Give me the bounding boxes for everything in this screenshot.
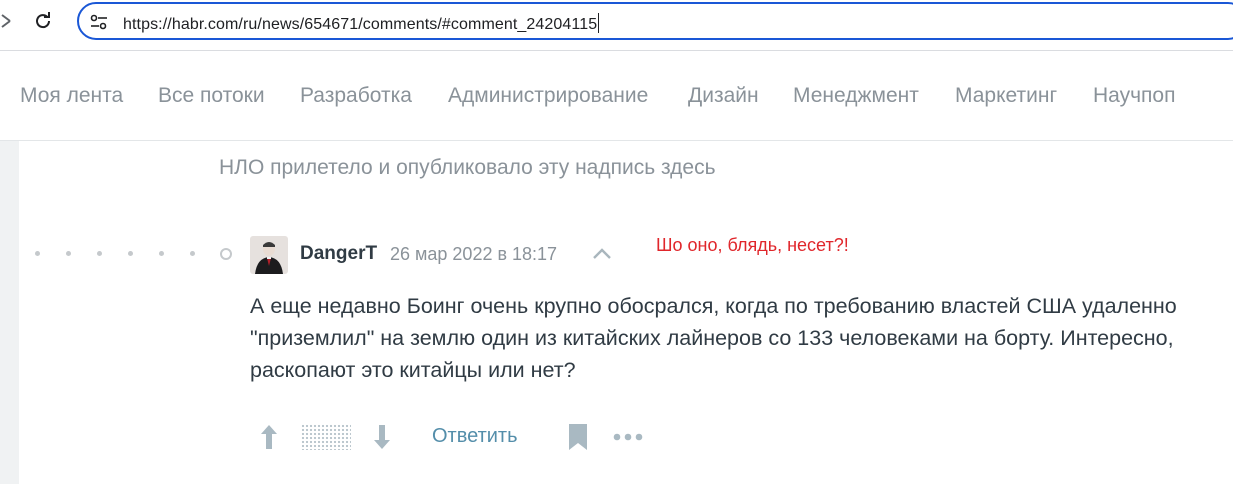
thread-indent-dot	[97, 251, 102, 256]
comment-date[interactable]: 26 мар 2022 в 18:17	[390, 244, 557, 265]
avatar[interactable]	[250, 236, 288, 274]
arrow-up-icon[interactable]	[258, 422, 280, 452]
nav-item-administration[interactable]: Администрирование	[448, 84, 648, 108]
thread-indent-dot	[35, 251, 40, 256]
url-value: https://habr.com/ru/news/654671/comments…	[123, 16, 598, 33]
thread-indent-dot	[190, 251, 195, 256]
red-annotation: Шо оно, блядь, несет?!	[656, 235, 849, 255]
url-text[interactable]: https://habr.com/ru/news/654671/comments…	[123, 13, 600, 34]
thread-indent-dot	[128, 251, 133, 256]
habr-main-nav: Моя лента Все потоки Разработка Админист…	[0, 51, 1233, 141]
reload-icon[interactable]	[31, 9, 55, 33]
vote-score-hidden	[301, 424, 351, 450]
reply-button[interactable]: Ответить	[432, 425, 518, 448]
arrow-down-icon[interactable]	[371, 422, 393, 452]
address-bar[interactable]: https://habr.com/ru/news/654671/comments…	[77, 2, 1233, 40]
back-arrow-icon[interactable]	[0, 9, 12, 33]
nav-item-popsci[interactable]: Научпоп	[1093, 84, 1175, 108]
text-caret	[598, 13, 600, 33]
nav-item-all-flows[interactable]: Все потоки	[158, 84, 265, 108]
nav-item-management[interactable]: Менеджмент	[793, 84, 919, 108]
nav-item-development[interactable]: Разработка	[300, 84, 412, 108]
chevron-up-icon[interactable]	[591, 244, 613, 264]
thread-indent-dot	[66, 251, 71, 256]
tune-icon[interactable]	[89, 12, 109, 32]
nav-item-my-feed[interactable]: Моя лента	[20, 84, 123, 108]
bookmark-icon[interactable]	[568, 423, 588, 451]
comment-body: А еще недавно Боинг очень крупно обосрал…	[250, 294, 1177, 382]
ufo-placeholder-text: НЛО прилетело и опубликовало эту надпись…	[219, 156, 716, 179]
thread-indent-dot	[159, 251, 164, 256]
more-dots-icon[interactable]	[612, 430, 646, 442]
comment-author[interactable]: DangerT	[300, 243, 377, 265]
browser-toolbar: https://habr.com/ru/news/654671/comments…	[0, 0, 1233, 51]
thread-level-ring[interactable]	[220, 248, 232, 260]
nav-item-design[interactable]: Дизайн	[688, 84, 759, 108]
nav-item-marketing[interactable]: Маркетинг	[955, 84, 1057, 108]
